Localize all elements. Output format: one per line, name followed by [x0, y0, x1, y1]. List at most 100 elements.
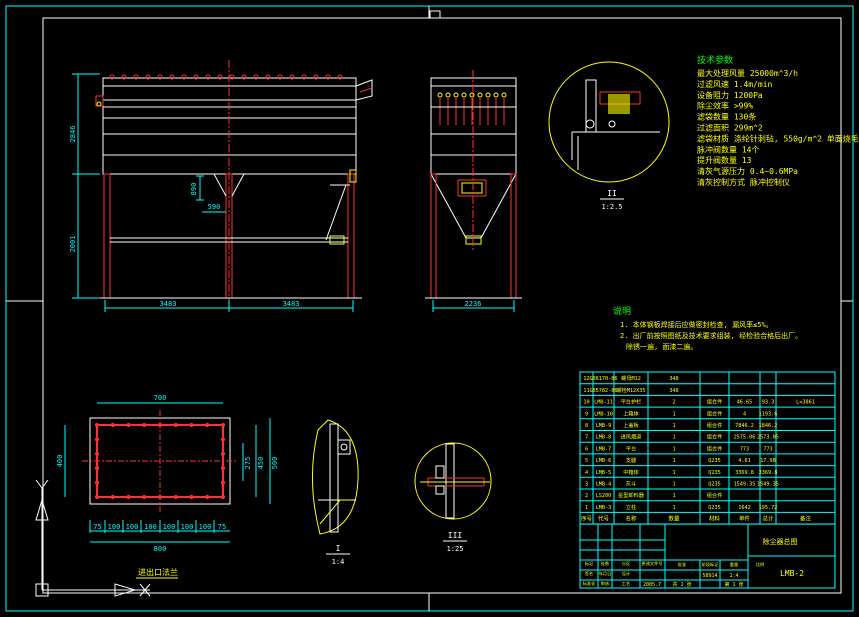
tech-param-line: 过滤风速 1.4m/min [697, 79, 773, 89]
bom-cell: 2575.06 [734, 435, 756, 441]
tech-param-line: 设备阻力 1200Pa [697, 90, 763, 100]
bom-cell: LMB-9 [596, 423, 612, 429]
title-block-label: 处数 [601, 560, 610, 567]
tech-param-line: 清灰气源压力 0.4~0.6MPa [697, 166, 798, 176]
bom-cell: 上箱体 [623, 409, 639, 417]
bom-cell: Q235 [708, 482, 721, 488]
detail-1-label: I [336, 544, 341, 553]
bom-cell: 螺栓M12X35 [616, 386, 645, 394]
bom-cell: 773 [763, 446, 772, 452]
bom-cell: 17.98 [760, 458, 776, 464]
title-date: 2005.7 [643, 582, 661, 588]
detail-3-label: III [448, 531, 463, 540]
detail-1-scale: 1:4 [332, 558, 345, 566]
detail-2-view [548, 61, 670, 183]
bom-cell: 348 [669, 376, 678, 382]
detail-3-scale: 1:25 [447, 545, 464, 553]
bom-header-cell: 数量 [668, 515, 680, 523]
tech-param-line: 清灰控制方式 脉冲控制仪 [697, 177, 790, 187]
bom-cell: 1193.6 [759, 411, 778, 417]
bom-cell: 46.65 [737, 400, 753, 406]
bom-cell: Q235 [708, 458, 721, 464]
title-block-label: 设计 [622, 570, 630, 577]
bom-cell: 1 [672, 435, 675, 441]
cad-drawing-canvas: 2846 2001 3483 3483 890 590 2236 II 1:2.… [5, 5, 859, 612]
bom-cell: 1 [672, 423, 675, 429]
bom-cell: 8 [585, 423, 588, 429]
tech-param-line: 滤袋材质 涤纶针刺毡, 550g/m^2 单面烧毛 [697, 133, 859, 143]
bom-cell: 6 [585, 446, 588, 452]
bom-cell: 773 [740, 446, 749, 452]
dim-front-height-top: 2846 [69, 126, 77, 143]
dim-flange-mid-h: 450 [257, 457, 265, 470]
tech-params-heading: 技术参数 [697, 54, 733, 66]
front-view [95, 60, 373, 300]
bom-cell: 上盖板 [623, 421, 639, 429]
bom-cell: 1 [672, 470, 675, 476]
dim-front-width-left: 3483 [160, 300, 177, 308]
flange-pitch-label: 100 [163, 523, 176, 531]
tech-params-list: 最大处理风量 25000m^3/h过滤风速 1.4m/min设备阻力 1200P… [697, 68, 859, 187]
title-block-label: 重量 [730, 561, 738, 568]
tech-param-line: 过滤面积 299m^2 [697, 123, 763, 133]
bom-cell: 1 [672, 482, 675, 488]
bom-cell: 3 [585, 482, 588, 488]
notes-line-1: 1. 本体钢板焊接后应做密封检查, 漏风率≤5%。 [620, 320, 773, 329]
bom-cell: 组合件 [707, 421, 723, 429]
bom-cell: 1 [672, 411, 675, 417]
bom-cell: LMB-3 [596, 505, 612, 511]
bom-cell: 组合件 [707, 398, 723, 406]
bom-header-cell: 备注 [800, 515, 812, 523]
title-block-label: 签名 [585, 570, 593, 577]
flange-pitch-label: 100 [108, 523, 121, 531]
bom-cell: 7 [585, 435, 588, 441]
bom-cell: LMB-6 [596, 458, 612, 464]
title-block-label: 年月日 [599, 570, 612, 577]
bom-cell: 4 [743, 411, 746, 417]
title-block-label: 审核 [601, 580, 610, 587]
bom-cell: GB5782-86 [589, 388, 617, 394]
bom-cell: 4.61 [738, 458, 751, 464]
title-block-label: 阶段标记 [702, 561, 720, 568]
bom-cell: 195.72 [759, 505, 778, 511]
title-drawing-no: LMB-2 [780, 569, 804, 578]
bom-cell: 1846.2 [759, 423, 778, 429]
dim-flange-height-left: 400 [56, 455, 64, 468]
notes-line-3: 除锈一遍, 面漆二遍。 [626, 342, 697, 351]
tech-param-line: 提升阀数量 13 [697, 155, 752, 165]
bom-cell: 1 [585, 505, 588, 511]
bom-cell: 1 [672, 446, 675, 452]
tech-param-line: 最大处理风量 25000m^3/h [697, 68, 798, 78]
bom-cell: 进风烟道 [621, 433, 642, 441]
bom-cell: 1549.35 [757, 482, 779, 488]
flange-pitch-label: 100 [126, 523, 139, 531]
tech-param-line: 除尘效率 >99% [697, 101, 753, 111]
bom-cell: 9 [585, 411, 588, 417]
bom-cell: 3369.8 [759, 470, 778, 476]
title-block-label: 工艺 [622, 581, 630, 586]
bom-header-cell: 序号 [581, 515, 593, 523]
bom-cell: LMB-10 [594, 411, 613, 417]
bom-table: 12 GB6170-86 螺母M12 34811 GB5782-86螺栓M12X35 34… [579, 371, 836, 525]
bom-cell: LMB-7 [596, 446, 612, 452]
flange-view [82, 410, 238, 512]
flange-pitch-label: 75 [93, 523, 101, 531]
detail-1-view [311, 419, 359, 535]
bom-cell: 组合件 [707, 444, 723, 452]
dim-side-width: 2236 [465, 300, 482, 308]
bom-cell: 10 [583, 400, 589, 406]
bom-header-cell: 材料 [709, 515, 721, 523]
dim-flange-overall: 800 [154, 545, 167, 553]
bom-cell: 星型卸料器 [618, 491, 645, 499]
title-scale: 1:4 [729, 573, 738, 579]
bom-cell: 组合件 [707, 409, 723, 417]
bom-cell: 5 [585, 458, 588, 464]
bom-header-cell: 代号 [598, 515, 610, 523]
bom-cell: 2 [672, 400, 675, 406]
bom-cell: 平台 [626, 444, 636, 452]
notes-heading: 说明 [613, 305, 631, 317]
bom-cell: 4 [585, 470, 588, 476]
bom-cell: 7846.2 [735, 423, 754, 429]
bom-cell: GB6170-86 [589, 376, 617, 382]
bom-cell: 组合件 [707, 491, 723, 499]
